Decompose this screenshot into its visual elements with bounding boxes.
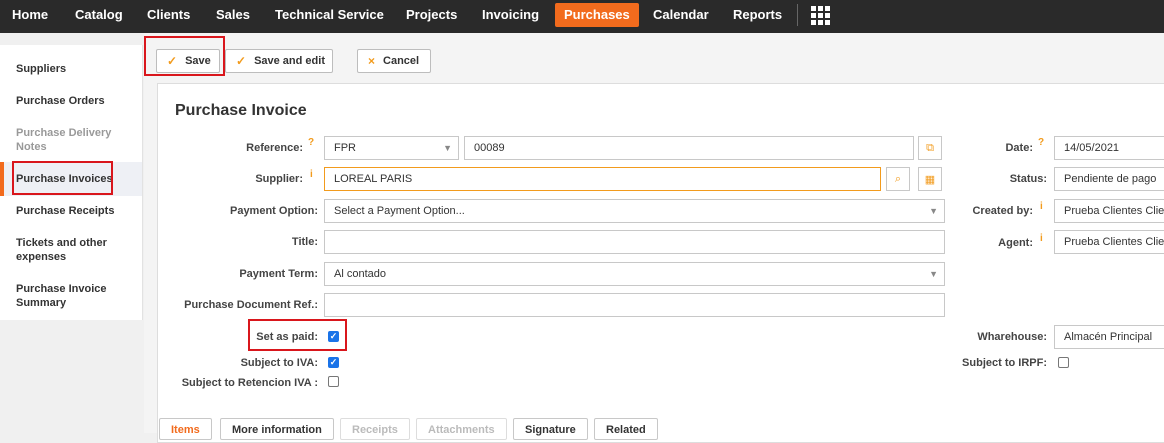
sidebar-item-purchase-orders[interactable]: Purchase Orders xyxy=(16,94,126,108)
check-icon: ✓ xyxy=(236,54,247,68)
agent-label: Agent: xyxy=(998,237,1033,249)
nav-sales[interactable]: Sales xyxy=(216,0,250,29)
payment-term-value: Al contado xyxy=(334,268,386,280)
check-icon: ✓ xyxy=(167,54,178,68)
nav-purchases[interactable]: Purchases xyxy=(555,3,639,27)
tab-items[interactable]: Items xyxy=(159,418,212,440)
top-navigation-bar: Home Catalog Clients Sales Technical Ser… xyxy=(0,0,1164,33)
copy-icon[interactable]: ⧉ xyxy=(918,136,942,160)
cancel-button-label: Cancel xyxy=(383,55,420,67)
title-label: Title: xyxy=(291,236,318,248)
tab-receipts[interactable]: Receipts xyxy=(340,418,410,440)
supplier-input[interactable]: LOREAL PARIS xyxy=(324,167,881,191)
sidebar-item-suppliers[interactable]: Suppliers xyxy=(16,62,126,76)
tab-attachments[interactable]: Attachments xyxy=(416,418,507,440)
created-by-input[interactable]: Prueba Clientes Clie xyxy=(1054,199,1164,223)
subject-irpf-checkbox[interactable] xyxy=(1058,357,1069,368)
help-question-icon[interactable]: ? xyxy=(308,137,314,148)
subject-retencion-iva-label: Subject to Retencion IVA : xyxy=(181,377,318,389)
nav-clients[interactable]: Clients xyxy=(147,0,190,29)
sidebar-item-purchase-invoices[interactable]: Purchase Invoices xyxy=(16,172,126,186)
save-and-edit-button[interactable]: ✓ Save and edit xyxy=(225,49,333,73)
page-title: Purchase Invoice xyxy=(175,102,307,119)
help-question-icon[interactable]: ? xyxy=(1038,137,1044,148)
purchase-document-ref-input[interactable] xyxy=(324,293,945,317)
payment-option-value: Select a Payment Option... xyxy=(334,205,465,217)
sidebar-active-indicator xyxy=(0,162,4,196)
nav-technical-service[interactable]: Technical Service xyxy=(275,0,384,29)
agent-input[interactable]: Prueba Clientes Clie xyxy=(1054,230,1164,254)
nav-reports[interactable]: Reports xyxy=(733,0,782,29)
nav-home[interactable]: Home xyxy=(12,0,48,29)
save-button-label: Save xyxy=(185,55,211,67)
info-icon[interactable]: i xyxy=(1040,201,1043,212)
save-button[interactable]: ✓ Save xyxy=(156,49,220,73)
tab-more-information[interactable]: More information xyxy=(220,418,334,440)
subject-iva-checkbox[interactable]: ✓ xyxy=(328,357,339,368)
supplier-label: Supplier: xyxy=(255,173,303,185)
cancel-button[interactable]: × Cancel xyxy=(357,49,431,73)
apps-grid-icon[interactable] xyxy=(811,6,832,25)
reference-number-input[interactable]: 00089 xyxy=(464,136,914,160)
nav-calendar[interactable]: Calendar xyxy=(653,0,709,29)
created-by-label: Created by: xyxy=(972,205,1033,217)
tab-related[interactable]: Related xyxy=(594,418,658,440)
reference-series-select[interactable]: FPR ▼ xyxy=(324,136,459,160)
warehouse-select[interactable]: Almacén Principal xyxy=(1054,325,1164,349)
reference-label: Reference: xyxy=(246,142,303,154)
nav-projects[interactable]: Projects xyxy=(406,0,457,29)
tab-signature[interactable]: Signature xyxy=(513,418,588,440)
payment-term-select[interactable]: Al contado ▼ xyxy=(324,262,945,286)
date-label: Date: xyxy=(1005,142,1033,154)
payment-option-label: Payment Option: xyxy=(229,205,318,217)
status-select[interactable]: Pendiente de pago xyxy=(1054,167,1164,191)
details-icon[interactable]: ▦ xyxy=(918,167,942,191)
title-input[interactable] xyxy=(324,230,945,254)
set-as-paid-label: Set as paid: xyxy=(256,331,318,343)
set-as-paid-checkbox[interactable]: ✓ xyxy=(328,331,339,342)
reference-series-value: FPR xyxy=(334,142,356,154)
search-icon[interactable]: ⌕ xyxy=(886,167,910,191)
subject-irpf-label: Subject to IRPF: xyxy=(962,357,1047,369)
chevron-down-icon: ▼ xyxy=(929,206,938,216)
purchase-document-ref-label: Purchase Document Ref.: xyxy=(184,299,318,311)
close-icon: × xyxy=(368,54,376,68)
sidebar-item-purchase-receipts[interactable]: Purchase Receipts xyxy=(16,204,126,218)
payment-option-select[interactable]: Select a Payment Option... ▼ xyxy=(324,199,945,223)
subject-retencion-iva-checkbox[interactable] xyxy=(328,376,339,387)
info-icon[interactable]: i xyxy=(1040,233,1043,244)
nav-invoicing[interactable]: Invoicing xyxy=(482,0,539,29)
sidebar-item-purchase-delivery-notes[interactable]: Purchase Delivery Notes xyxy=(16,126,126,154)
chevron-down-icon: ▼ xyxy=(929,269,938,279)
sidebar-item-invoice-summary[interactable]: Purchase Invoice Summary xyxy=(16,282,126,310)
warehouse-label: Wharehouse: xyxy=(977,331,1047,343)
sidebar: Suppliers Purchase Orders Purchase Deliv… xyxy=(0,45,143,320)
subject-iva-label: Subject to IVA: xyxy=(240,357,318,369)
nav-divider xyxy=(797,4,798,26)
status-label: Status: xyxy=(1009,173,1047,185)
nav-catalog[interactable]: Catalog xyxy=(75,0,123,29)
chevron-down-icon: ▼ xyxy=(443,143,452,153)
date-input[interactable]: 14/05/2021 xyxy=(1054,136,1164,160)
payment-term-label: Payment Term: xyxy=(239,268,318,280)
save-and-edit-label: Save and edit xyxy=(254,55,325,67)
sidebar-item-tickets-expenses[interactable]: Tickets and other expenses xyxy=(16,236,126,264)
info-icon[interactable]: i xyxy=(310,169,313,180)
